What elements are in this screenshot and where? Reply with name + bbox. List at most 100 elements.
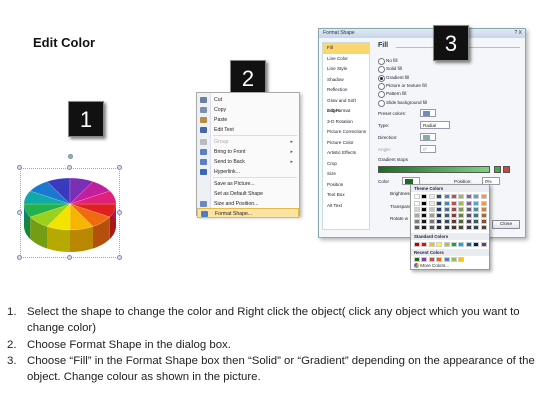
theme-color-swatch[interactable] [458,201,465,206]
theme-color-swatch[interactable] [421,194,428,199]
resize-handle[interactable] [17,255,22,260]
pie-shape[interactable] [16,154,124,266]
context-menu-item[interactable]: Save as Picture... [197,179,299,189]
context-menu-item[interactable]: Format Shape... [197,208,299,218]
theme-color-swatch[interactable] [414,213,420,218]
dialog-sidebar-item[interactable]: 3-D Rotation [323,117,369,128]
resize-handle[interactable] [117,165,122,170]
recent-color-swatch[interactable] [428,257,435,262]
theme-color-swatch[interactable] [428,219,435,224]
theme-color-swatch[interactable] [473,219,480,224]
theme-color-swatch[interactable] [428,213,435,218]
theme-color-swatch[interactable] [473,213,480,218]
recent-color-swatch[interactable] [414,257,420,262]
theme-color-swatch[interactable] [473,225,480,230]
recent-color-swatch[interactable] [451,257,457,262]
theme-color-swatch[interactable] [421,207,428,212]
theme-color-swatch[interactable] [443,213,450,218]
theme-color-swatch[interactable] [465,194,472,199]
theme-color-swatch[interactable] [465,201,472,206]
standard-color-swatch[interactable] [451,242,457,247]
theme-color-swatch[interactable] [443,201,450,206]
theme-color-swatch[interactable] [428,201,435,206]
standard-color-swatch[interactable] [436,242,443,247]
rotate-with-shape-checkbox[interactable]: Rotate w [390,216,408,221]
dialog-sidebar-item[interactable]: Glow and Soft Edges [323,96,369,114]
context-menu-item[interactable]: Send to Back ▸ [197,157,299,167]
gradient-stops-bar[interactable] [378,166,490,173]
theme-color-swatch[interactable] [443,219,450,224]
theme-color-swatch[interactable] [414,207,420,212]
theme-color-swatch[interactable] [436,225,443,230]
dialog-sidebar-item[interactable]: Reflection [323,85,369,96]
theme-color-swatch[interactable] [421,213,428,218]
theme-color-swatch[interactable] [458,225,465,230]
theme-color-swatch[interactable] [436,194,443,199]
theme-color-swatch[interactable] [436,207,443,212]
pie-3d-graphic[interactable] [16,162,124,266]
standard-color-swatch[interactable] [414,242,420,247]
context-menu-item[interactable]: Edit Text [197,125,299,135]
context-menu-item[interactable]: Hyperlink... [197,167,299,177]
theme-color-swatch[interactable] [421,225,428,230]
resize-handle[interactable] [117,255,122,260]
theme-color-swatch[interactable] [443,207,450,212]
theme-color-swatch[interactable] [465,219,472,224]
type-dropdown[interactable]: Radial [420,121,450,129]
theme-color-swatch[interactable] [480,219,487,224]
fill-option-radio[interactable]: Slide background fill [378,99,427,107]
theme-color-swatch[interactable] [473,201,480,206]
standard-color-swatch[interactable] [428,242,435,247]
dialog-sidebar-item[interactable]: Alt Text [323,201,369,212]
dialog-sidebar-item[interactable]: Picture Corrections [323,127,369,138]
angle-field[interactable]: 0° [420,145,436,153]
dialog-sidebar-item[interactable]: Crop [323,159,369,170]
recent-color-swatch[interactable] [458,257,465,262]
theme-color-swatch[interactable] [458,194,465,199]
rotation-handle[interactable] [68,154,73,159]
theme-color-swatch[interactable] [473,207,480,212]
theme-color-swatch[interactable] [436,213,443,218]
theme-color-swatch[interactable] [443,194,450,199]
recent-color-swatch[interactable] [436,257,443,262]
theme-color-swatch[interactable] [436,219,443,224]
theme-color-swatch[interactable] [473,194,480,199]
context-menu-item[interactable]: Bring to Front ▸ [197,147,299,157]
dialog-sidebar-item[interactable]: Shadow [323,75,369,86]
standard-color-swatch[interactable] [421,242,428,247]
dialog-sidebar-item[interactable]: Position [323,180,369,191]
theme-color-swatch[interactable] [428,225,435,230]
context-menu-item[interactable]: Set as Default Shape [197,189,299,199]
theme-color-swatch[interactable] [458,219,465,224]
recent-color-swatch[interactable] [443,257,450,262]
theme-color-swatch[interactable] [480,201,487,206]
theme-color-swatch[interactable] [465,225,472,230]
theme-color-swatch[interactable] [451,201,457,206]
direction-dropdown[interactable] [420,133,436,141]
theme-color-swatch[interactable] [451,219,457,224]
resize-handle[interactable] [17,165,22,170]
theme-color-swatch[interactable] [451,194,457,199]
dialog-sidebar-item[interactable]: Line Style [323,64,369,75]
standard-color-swatch[interactable] [458,242,465,247]
close-icon[interactable]: ? X [514,30,522,36]
theme-color-swatch[interactable] [458,213,465,218]
theme-color-swatch[interactable] [480,194,487,199]
fill-option-radio[interactable]: Picture or texture fill [378,82,427,90]
dialog-sidebar-item[interactable]: Picture Color [323,138,369,149]
theme-color-swatch[interactable] [428,207,435,212]
resize-handle[interactable] [67,255,72,260]
theme-color-swatch[interactable] [443,225,450,230]
theme-color-swatch[interactable] [414,194,420,199]
theme-color-swatch[interactable] [451,225,457,230]
theme-color-swatch[interactable] [451,213,457,218]
standard-color-swatch[interactable] [465,242,472,247]
theme-color-swatch[interactable] [436,201,443,206]
recent-color-swatch[interactable] [421,257,428,262]
fill-option-radio[interactable]: Solid fill [378,65,402,74]
dialog-sidebar-item[interactable]: Line Color [323,54,369,65]
context-menu-item[interactable]: Cut [197,95,299,105]
theme-color-swatch[interactable] [421,201,428,206]
more-colors-link[interactable]: More Colors... [414,263,449,269]
fill-option-radio[interactable]: Pattern fill [378,90,406,99]
